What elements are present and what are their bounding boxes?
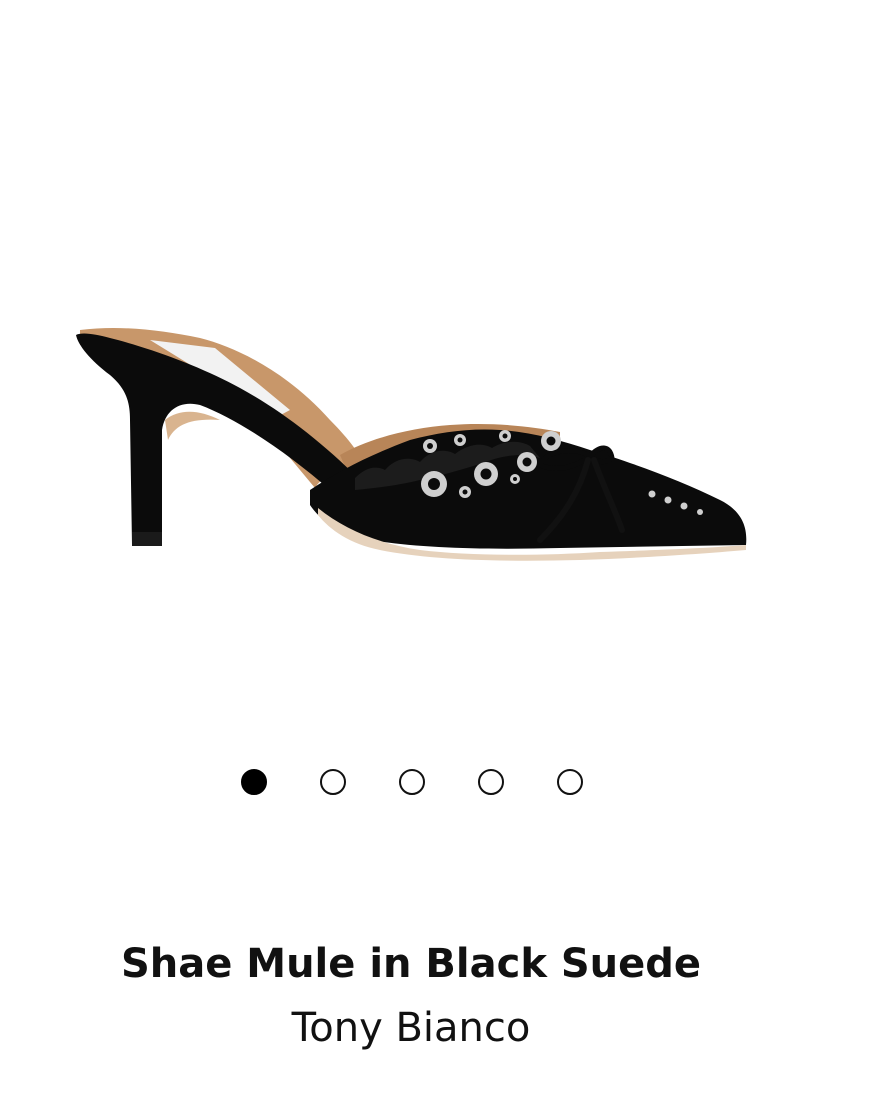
black-suede-mule-illustration xyxy=(76,327,747,561)
product-title: Shae Mule in Black Suede xyxy=(120,941,702,987)
pagination-dot-1-active[interactable] xyxy=(241,769,267,795)
product-image[interactable] xyxy=(0,0,878,740)
pagination-dot-3[interactable] xyxy=(399,769,425,795)
pagination-dot-2[interactable] xyxy=(320,769,346,795)
pagination-dot-4[interactable] xyxy=(478,769,504,795)
image-pagination xyxy=(0,769,878,799)
product-brand[interactable]: Tony Bianco xyxy=(0,1002,822,1054)
pagination-dot-5[interactable] xyxy=(557,769,583,795)
